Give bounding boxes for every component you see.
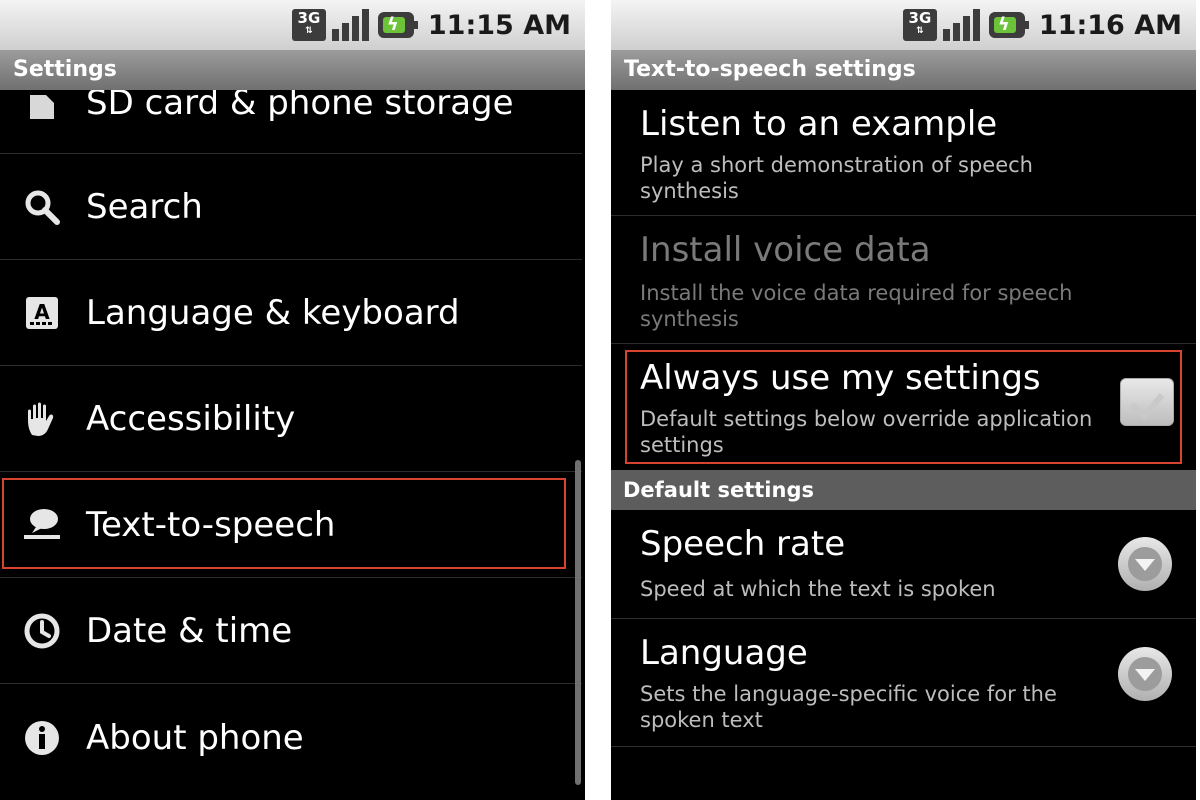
scrollbar[interactable] [575, 460, 581, 785]
list-item-label: Language & keyboard [86, 293, 460, 333]
pref-speech-rate[interactable]: Speech rate Speed at which the text is s… [611, 510, 1196, 619]
pref-summary: Sets the language-specific voice for the… [640, 682, 1057, 732]
list-item-language-keyboard[interactable]: A Language & keyboard [0, 261, 582, 366]
pref-listen-example[interactable]: Listen to an example Play a short demons… [611, 90, 1196, 216]
list-item-label: Date & time [86, 611, 293, 651]
battery-charging-icon: ϟ [377, 12, 418, 38]
list-item-about-phone[interactable]: About phone [0, 685, 582, 790]
info-icon [25, 720, 59, 755]
list-item-label: Accessibility [86, 399, 296, 439]
speech-rate-dropdown-icon[interactable] [1118, 537, 1172, 591]
settings-screen: 3G ⇅ ϟ 11:15 AM Settings SD card & phone… [0, 0, 585, 800]
settings-list[interactable]: SD card & phone storage Search A Languag… [0, 90, 585, 800]
search-icon [25, 190, 60, 225]
selection-highlight [625, 350, 1182, 464]
list-item-label: SD card & phone storage [86, 90, 514, 123]
title-bar: Text-to-speech settings [611, 50, 1196, 90]
signal-strength-icon [331, 9, 370, 41]
pref-install-voice-data[interactable]: Install voice data Install the voice dat… [611, 216, 1196, 344]
list-item-date-time[interactable]: Date & time [0, 579, 582, 684]
clock-icon [24, 613, 60, 649]
list-item-sd-card[interactable]: SD card & phone storage [0, 90, 582, 154]
sd-card-icon [30, 95, 54, 119]
language-dropdown-icon[interactable] [1118, 647, 1172, 701]
selection-highlight [2, 478, 566, 569]
section-header: Default settings [611, 470, 1196, 510]
pref-title: Install voice data [640, 230, 931, 270]
title-bar: Settings [0, 50, 585, 90]
list-item-label: About phone [86, 717, 304, 758]
battery-charging-icon: ϟ [988, 12, 1029, 38]
status-bar: 3G ⇅ ϟ 11:16 AM [611, 0, 1196, 50]
preference-list[interactable]: Listen to an example Play a short demons… [611, 90, 1196, 800]
signal-strength-icon [942, 9, 981, 41]
pref-language[interactable]: Language Sets the language-specific voic… [611, 619, 1196, 747]
hand-icon [28, 402, 54, 436]
list-item-label: Search [86, 187, 203, 227]
pref-summary: Play a short demonstration of speech syn… [640, 153, 1033, 203]
status-bar: 3G ⇅ ϟ 11:15 AM [0, 0, 585, 50]
clock: 11:16 AM [1038, 9, 1182, 41]
pref-title: Listen to an example [640, 104, 998, 144]
svg-text:A: A [34, 300, 50, 324]
language-keyboard-icon: A [26, 297, 58, 329]
list-item-accessibility[interactable]: Accessibility [0, 367, 582, 472]
list-item-search[interactable]: Search [0, 155, 582, 260]
text-to-speech-settings-screen: 3G ⇅ ϟ 11:16 AM Text-to-speech settings … [611, 0, 1196, 800]
pref-summary: Install the voice data required for spee… [640, 281, 1073, 331]
network-3g-icon: 3G ⇅ [902, 9, 937, 41]
clock: 11:15 AM [427, 9, 571, 41]
pref-title: Language [640, 633, 808, 673]
pref-title: Speech rate [640, 524, 846, 564]
pref-summary: Speed at which the text is spoken [640, 577, 996, 601]
network-3g-icon: 3G ⇅ [291, 9, 326, 41]
